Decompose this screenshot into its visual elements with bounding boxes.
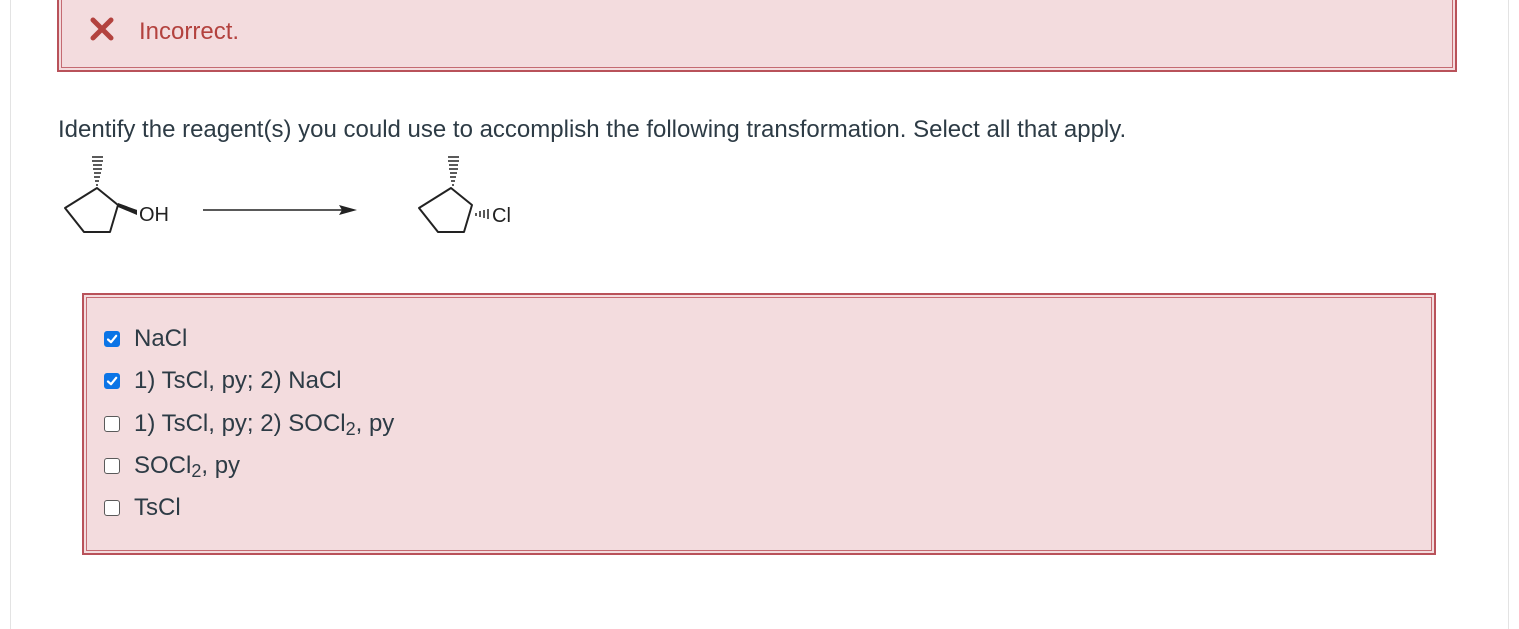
reactant-group-label: OH [139, 204, 169, 226]
page-frame-left [10, 0, 11, 629]
option-nacl[interactable]: NaCl [104, 322, 187, 356]
checkbox-unchecked[interactable] [104, 500, 120, 516]
option-label: SOCl2, py [134, 452, 241, 481]
page-frame-right [1508, 0, 1509, 629]
option-label: TsCl [134, 494, 181, 521]
checkbox-checked[interactable] [104, 373, 120, 389]
question-prompt: Identify the reagent(s) you could use to… [58, 116, 1127, 143]
feedback-banner: Incorrect. [57, 0, 1457, 72]
product-structure [418, 156, 489, 233]
option-tscl[interactable]: TsCl [104, 491, 181, 525]
checkbox-unchecked[interactable] [104, 458, 120, 474]
feedback-message: Incorrect. [139, 18, 240, 45]
option-label: NaCl [134, 325, 188, 352]
checkmark-icon [106, 334, 118, 344]
option-tscl-py-nacl[interactable]: 1) TsCl, py; 2) NaCl [104, 364, 342, 398]
close-icon [89, 16, 115, 42]
reaction-scheme: OH Cl [55, 150, 535, 250]
option-label: 1) TsCl, py; 2) SOCl2, py [134, 410, 395, 439]
reactant-structure [64, 156, 119, 233]
checkbox-unchecked[interactable] [104, 416, 120, 432]
product-group-label: Cl [492, 205, 511, 227]
answer-options: NaCl 1) TsCl, py; 2) NaCl 1) TsCl, py; 2… [82, 293, 1436, 555]
option-label: 1) TsCl, py; 2) NaCl [134, 367, 342, 394]
checkbox-checked[interactable] [104, 331, 120, 347]
option-socl2-py[interactable]: SOCl2, py [104, 449, 240, 483]
option-tscl-py-socl2[interactable]: 1) TsCl, py; 2) SOCl2, py [104, 407, 394, 441]
checkmark-icon [106, 376, 118, 386]
reaction-arrow [203, 205, 357, 215]
